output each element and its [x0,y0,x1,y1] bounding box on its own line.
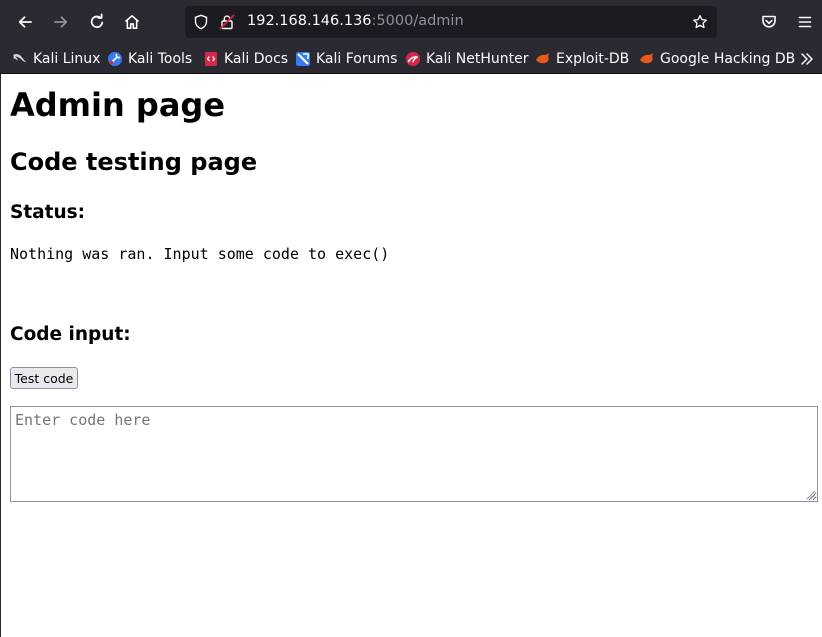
status-message: Nothing was ran. Input some code to exec… [10,245,390,263]
arrow-left-icon [18,16,32,28]
home-icon [124,15,140,29]
bookmark-label: Google Hacking DB [660,51,796,67]
ghdb-icon [640,53,653,64]
reload-icon [90,13,104,29]
home-button[interactable] [117,7,147,37]
menu-button[interactable] [790,7,820,37]
bookmark-label: Kali Linux [33,51,101,67]
page-subtitle: Code testing page [10,148,258,176]
kali-forums-icon [296,52,310,66]
browser-toolbar: 192.168.146.136:5000/admin [0,0,822,44]
bookmark-label: Kali Forums [316,51,398,67]
bookmark-kali-tools[interactable]: Kali Tools [107,49,192,69]
star-icon[interactable] [692,14,708,30]
back-button[interactable] [10,7,40,37]
code-input-heading: Code input: [10,324,131,345]
nethunter-icon [406,52,420,66]
bookmark-kali-linux[interactable]: Kali Linux [12,49,100,69]
exploit-db-icon [536,53,549,64]
bookmark-kali-forums[interactable]: Kali Forums [295,49,397,69]
code-input-textarea[interactable] [10,406,818,502]
url-host: 192.168.146.136 [247,13,372,29]
bookmark-exploit-db[interactable]: Exploit-DB [535,49,629,69]
bookmark-label: Kali Tools [128,51,193,67]
insecure-lock-icon[interactable] [219,14,235,30]
bookmark-google-hacking-db[interactable]: Google Hacking DB [639,49,795,69]
url-path: :5000/admin [371,13,464,29]
bookmark-label: Kali Docs [224,51,289,67]
bookmark-kali-nethunter[interactable]: Kali NetHunter [405,49,528,69]
kali-tools-icon [108,52,122,66]
bookmark-label: Kali NetHunter [426,51,529,67]
test-code-button[interactable]: Test code [10,367,78,389]
bookmark-label: Exploit-DB [556,51,630,67]
pocket-button[interactable] [754,7,784,37]
chevron-double-right-icon[interactable] [798,50,816,68]
url-bar[interactable]: 192.168.146.136:5000/admin [185,6,717,38]
forward-button[interactable] [46,7,76,37]
reload-button[interactable] [82,7,112,37]
kali-dragon-icon [13,54,27,63]
bookmarks-toolbar: Kali Linux Kali Tools Kali Docs Kali For… [0,44,822,74]
url-text[interactable]: 192.168.146.136:5000/admin [247,13,464,29]
arrow-right-icon [54,16,68,28]
page-content: Admin page Code testing page Status: Not… [0,74,822,637]
kali-docs-icon [205,52,217,66]
page-title: Admin page [10,86,226,124]
hamburger-menu-icon [798,16,812,28]
shield-icon[interactable] [193,14,209,30]
pocket-icon [762,15,776,28]
status-heading: Status: [10,202,86,223]
bookmark-kali-docs[interactable]: Kali Docs [203,49,288,69]
